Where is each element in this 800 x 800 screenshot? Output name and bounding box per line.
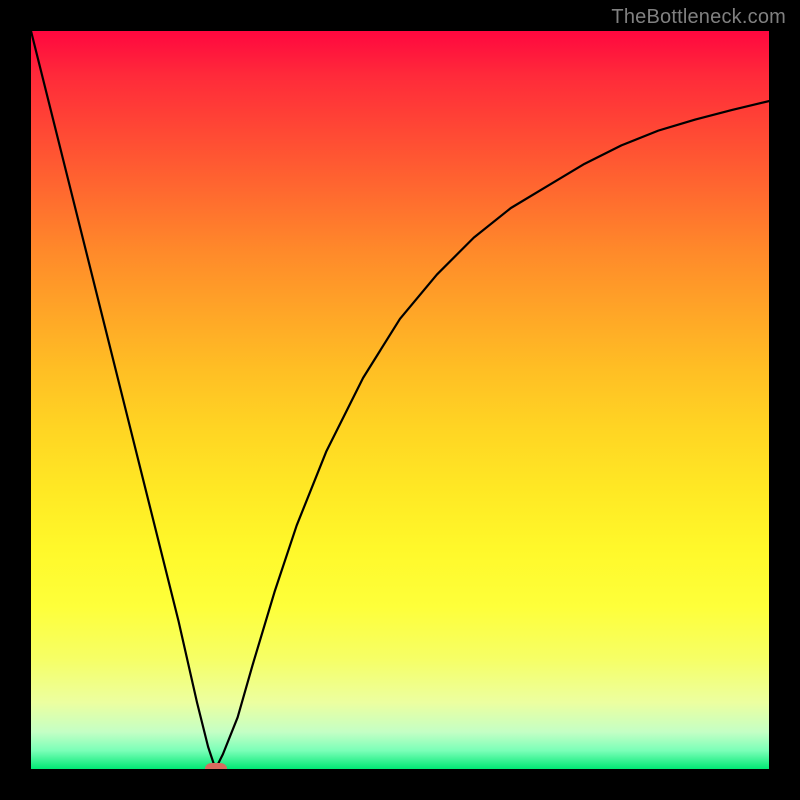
plot-area — [31, 31, 769, 769]
watermark-text: TheBottleneck.com — [611, 6, 786, 29]
chart-frame: TheBottleneck.com — [0, 0, 800, 800]
optimum-marker — [205, 763, 227, 769]
bottleneck-curve — [31, 31, 769, 769]
